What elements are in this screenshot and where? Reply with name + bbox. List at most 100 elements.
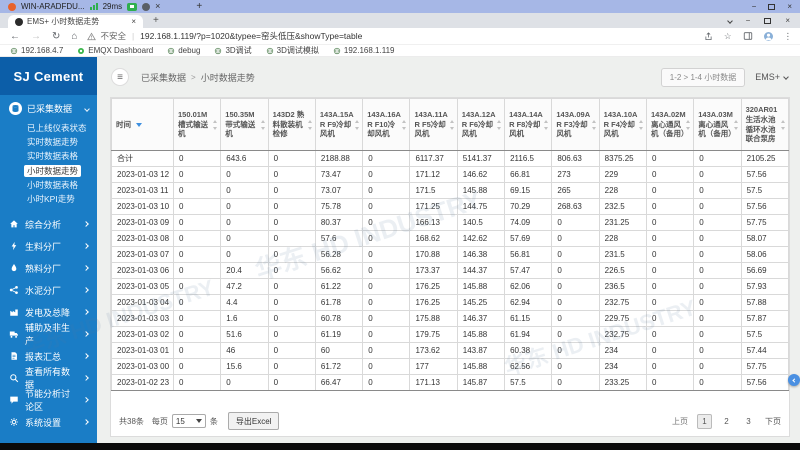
column-header[interactable]: 150.01M 槽式输送机 bbox=[172, 98, 222, 151]
column-header[interactable]: 143A.09AR F3冷却风机 bbox=[551, 98, 600, 151]
sidebar-subitem[interactable]: 小时KPI走势 bbox=[0, 193, 97, 207]
next-page-button[interactable]: 下页 bbox=[765, 416, 781, 427]
time-cell: 2023-01-03 07 bbox=[111, 246, 174, 263]
sidebar-item-chat[interactable]: 节能分析讨论区 bbox=[0, 389, 97, 412]
browser-menu-icon[interactable]: ⋮ bbox=[784, 31, 793, 42]
sidebar-item-nodes[interactable]: 水泥分厂 bbox=[0, 279, 97, 301]
sort-icon[interactable] bbox=[355, 119, 360, 130]
sort-icon[interactable] bbox=[733, 119, 739, 130]
sidebar-subitem[interactable]: 小时数据表格 bbox=[0, 178, 97, 192]
sidebar-group-collected-data[interactable]: 已采集数据 bbox=[0, 95, 97, 120]
forward-icon[interactable]: → bbox=[31, 31, 41, 42]
reload-icon[interactable]: ↻ bbox=[52, 31, 60, 42]
sidebar-item-truck[interactable]: 辅助及非生产 bbox=[0, 323, 97, 346]
page-size-select[interactable]: 15 bbox=[171, 414, 206, 428]
sort-icon[interactable] bbox=[307, 119, 313, 130]
column-header[interactable]: 143A.11AR F5冷却风机 bbox=[409, 98, 458, 151]
bookmark-item[interactable]: EMQX Dashboard bbox=[77, 46, 153, 55]
sidebar-item-home[interactable]: 综合分析 bbox=[0, 213, 97, 235]
page-button[interactable]: 2 bbox=[719, 414, 734, 429]
sidebar-item-report[interactable]: 报表汇总 bbox=[0, 345, 97, 367]
column-header[interactable]: 143A.03M 离心通风机（备用） bbox=[693, 98, 742, 151]
sort-icon[interactable] bbox=[781, 119, 786, 130]
sidebar-item-bolt[interactable]: 生料分厂 bbox=[0, 235, 97, 257]
column-header[interactable]: 143A.12AR F6冷却风机 bbox=[456, 98, 506, 151]
ems-dropdown[interactable]: EMS+ bbox=[755, 72, 789, 82]
sort-icon[interactable] bbox=[449, 119, 455, 130]
browser-close-button[interactable]: × bbox=[785, 16, 790, 25]
sort-icon[interactable] bbox=[260, 119, 266, 130]
column-header[interactable]: 143A.02M 离心通风机（备用） bbox=[645, 98, 695, 151]
table-cell: 228 bbox=[598, 230, 647, 247]
remote-close-button[interactable]: × bbox=[787, 2, 792, 11]
column-header[interactable]: 143A.10AR F4冷却风机 bbox=[598, 98, 647, 151]
sidebar-item-search[interactable]: 查看所有数据 bbox=[0, 367, 97, 390]
column-header[interactable]: 150.35M 带式输送机 bbox=[220, 98, 269, 151]
profile-avatar[interactable] bbox=[763, 31, 773, 41]
bookmark-item[interactable]: 3D调试模拟 bbox=[266, 45, 319, 56]
time-column-header[interactable]: 时间 bbox=[111, 98, 174, 151]
remote-window-tab[interactable]: WIN-ARADFDU... 29ms × bbox=[0, 0, 168, 13]
sidebar-subitem-active[interactable]: 小时数据走势 bbox=[0, 164, 97, 178]
remote-new-tab-button[interactable]: + bbox=[196, 1, 202, 12]
time-cell: 2023-01-03 04 bbox=[111, 294, 174, 311]
taskbar bbox=[0, 443, 800, 450]
browser-minimize-button[interactable]: − bbox=[746, 16, 751, 25]
sort-icon[interactable] bbox=[402, 119, 407, 130]
breadcrumb-parent[interactable]: 已采集数据 bbox=[141, 71, 186, 84]
share-icon[interactable] bbox=[704, 31, 713, 41]
sort-icon[interactable] bbox=[686, 119, 691, 130]
sidebar-item-factory[interactable]: 发电及总降 bbox=[0, 301, 97, 323]
page-button[interactable]: 3 bbox=[741, 414, 756, 429]
sidebar-subitem[interactable]: 实时数据走势 bbox=[0, 135, 97, 149]
column-header[interactable]: 143A.15AR F9冷却风机 bbox=[314, 98, 364, 151]
sort-icon[interactable] bbox=[638, 119, 644, 130]
sidebar-item-drop[interactable]: 熟料分厂 bbox=[0, 257, 97, 279]
hamburger-menu-icon[interactable]: ≡ bbox=[111, 68, 129, 86]
bookmark-item[interactable]: 192.168.1.119 bbox=[333, 46, 394, 55]
sort-icon[interactable] bbox=[213, 119, 218, 130]
sidebar-subitem[interactable]: 实时数据表格 bbox=[0, 150, 97, 164]
home-icon[interactable]: ⌂ bbox=[71, 31, 77, 42]
panel-collapse-button[interactable] bbox=[788, 374, 800, 386]
column-header[interactable]: 320AR01 生活水池循环水池联合泵房 bbox=[740, 98, 790, 151]
browser-new-tab-button[interactable]: + bbox=[153, 15, 159, 26]
prev-page-button[interactable]: 上页 bbox=[672, 416, 688, 427]
sort-icon[interactable] bbox=[136, 122, 142, 127]
column-header[interactable]: 143D2 熟料散装机检修 bbox=[267, 98, 316, 151]
column-header[interactable]: 143A.16AR F10冷却风机 bbox=[362, 98, 411, 151]
table-cell: 0 bbox=[645, 342, 695, 359]
sort-icon[interactable] bbox=[544, 119, 549, 130]
remote-minimize-button[interactable]: − bbox=[752, 2, 757, 11]
table-cell: 171.5 bbox=[409, 182, 458, 199]
hour-range-button[interactable]: 1-2 > 1-4 小时数据 bbox=[660, 67, 746, 87]
table-cell: 0 bbox=[693, 150, 742, 167]
side-panel-icon[interactable] bbox=[743, 31, 753, 41]
browser-maximize-icon[interactable] bbox=[764, 17, 772, 24]
sort-icon[interactable] bbox=[497, 119, 502, 130]
column-header[interactable]: 143A.14AR F8冷却风机 bbox=[504, 98, 553, 151]
table-cell: 177 bbox=[409, 358, 458, 375]
export-excel-button[interactable]: 导出Excel bbox=[227, 412, 280, 430]
settings-dot-icon[interactable] bbox=[142, 2, 151, 11]
bookmark-star-icon[interactable]: ☆ bbox=[724, 31, 732, 42]
time-cell: 2023-01-03 00 bbox=[111, 358, 174, 375]
sidebar-subitem[interactable]: 已上线仪表状态 bbox=[0, 121, 97, 135]
remote-restore-icon[interactable] bbox=[768, 3, 776, 10]
browser-tab[interactable]: EMS+ 小时数据走势 × bbox=[8, 15, 143, 28]
bookmark-item[interactable]: 3D调试 bbox=[214, 45, 252, 56]
remote-tab-close-icon[interactable]: × bbox=[155, 2, 160, 11]
back-icon[interactable]: ← bbox=[10, 31, 20, 42]
sidebar-item-gear[interactable]: 系统设置 bbox=[0, 411, 97, 433]
page-button-active[interactable]: 1 bbox=[697, 413, 712, 429]
main-content: ≡ 已采集数据 > 小时数据走势 1-2 > 1-4 小时数据 EMS+ 时间 1… bbox=[97, 57, 800, 443]
bookmark-item[interactable]: 192.168.4.7 bbox=[10, 46, 63, 55]
record-icon[interactable] bbox=[127, 2, 138, 11]
sidebar-subitem-label: 已上线仪表状态 bbox=[27, 122, 87, 133]
sort-icon[interactable] bbox=[591, 119, 597, 130]
tab-search-caret-icon[interactable] bbox=[726, 17, 733, 24]
table-cell: 0 bbox=[172, 374, 222, 391]
bookmark-item[interactable]: debug bbox=[167, 46, 200, 55]
tab-close-icon[interactable]: × bbox=[131, 17, 136, 26]
omnibox[interactable]: 不安全 | 192.168.1.119/?p=1020&typee=窑头低压&s… bbox=[87, 30, 362, 42]
